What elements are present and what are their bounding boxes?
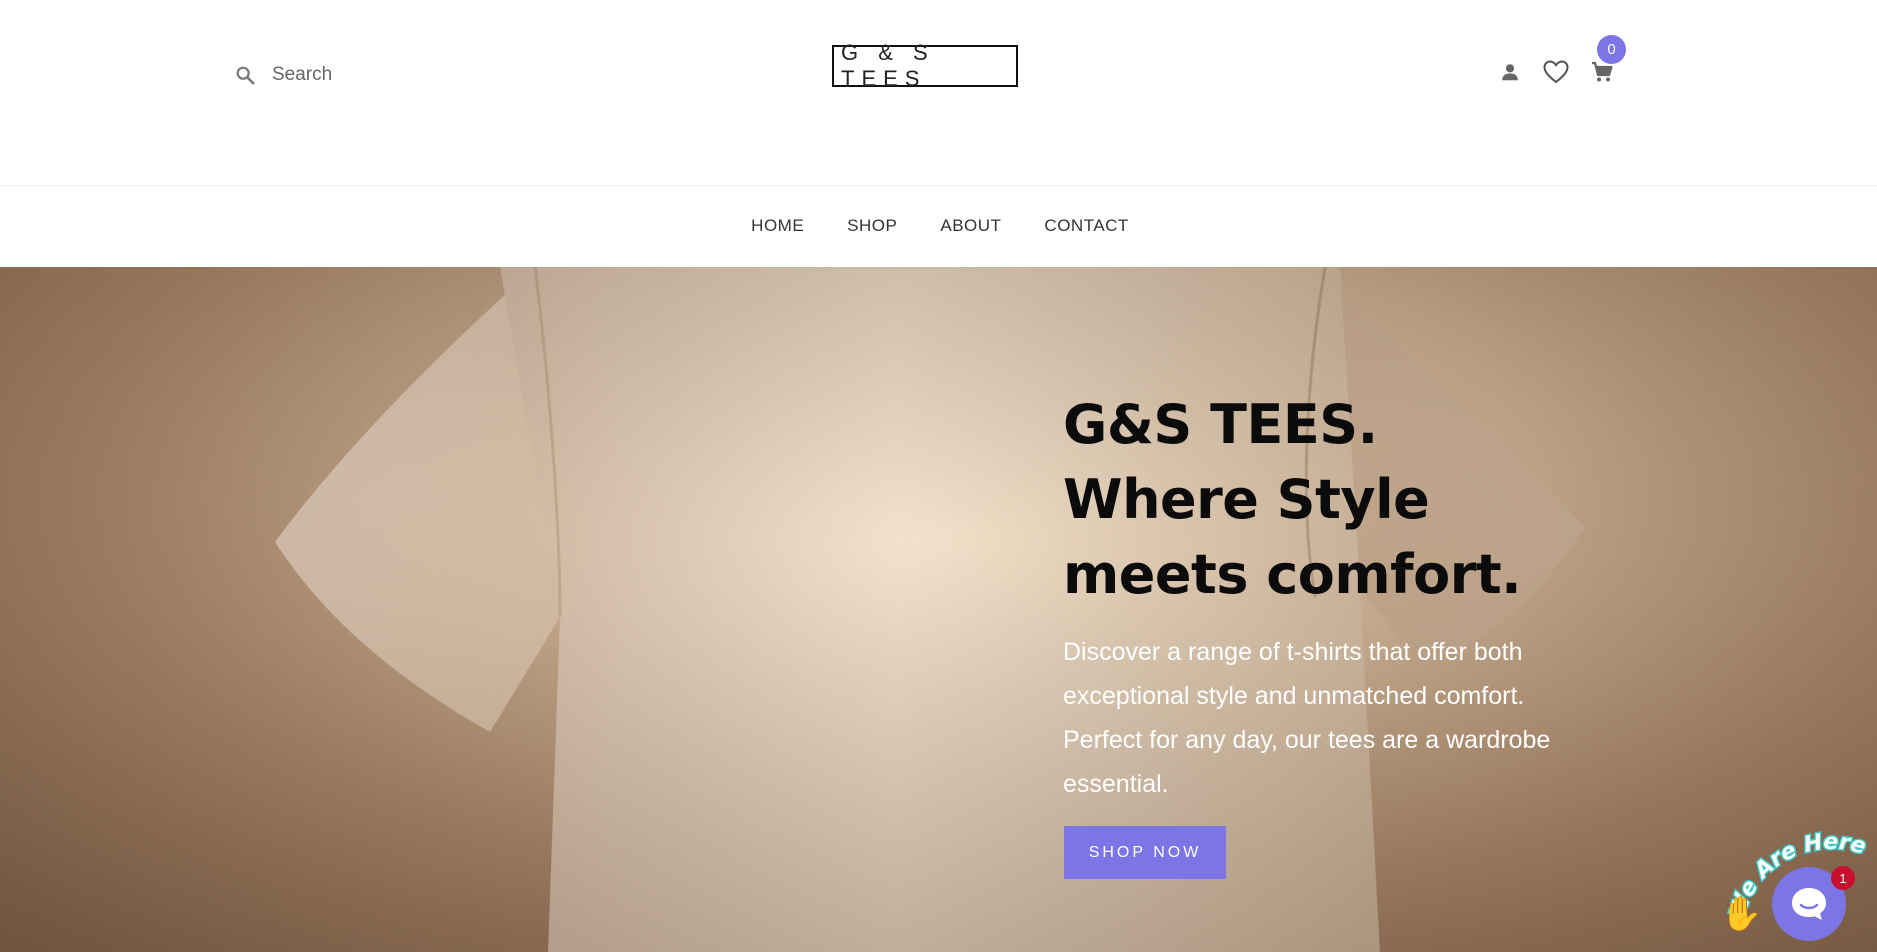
shop-now-button[interactable]: SHOP NOW bbox=[1064, 826, 1226, 879]
waving-hand-icon: ✋ bbox=[1720, 894, 1763, 934]
user-icon bbox=[1502, 64, 1518, 81]
nav-item-contact[interactable]: CONTACT bbox=[1044, 216, 1128, 236]
heart-icon bbox=[1543, 60, 1569, 84]
search-placeholder: Search bbox=[272, 64, 333, 85]
main-nav: HOME SHOP ABOUT CONTACT bbox=[0, 186, 1877, 266]
account-button[interactable] bbox=[1496, 58, 1524, 86]
search-icon bbox=[232, 62, 258, 88]
nav-item-about[interactable]: ABOUT bbox=[940, 216, 1001, 236]
hero-title: G&S TEES. Where Style meets comfort. bbox=[1063, 393, 1522, 606]
chat-icon bbox=[1792, 888, 1826, 920]
hero-content: G&S TEES. Where Style meets comfort. Dis… bbox=[1063, 387, 1583, 806]
cart-count-badge: 0 bbox=[1597, 35, 1626, 64]
hero-banner: G&S TEES. Where Style meets comfort. Dis… bbox=[0, 267, 1877, 952]
hero-subtitle: Discover a range of t-shirts that offer … bbox=[1063, 638, 1551, 798]
wishlist-button[interactable] bbox=[1542, 58, 1570, 86]
search-input[interactable]: Search bbox=[232, 62, 332, 88]
site-logo[interactable]: G & S TEES bbox=[832, 40, 1018, 91]
nav-item-home[interactable]: HOME bbox=[751, 216, 804, 236]
chat-unread-badge: 1 bbox=[1831, 866, 1855, 890]
nav-item-shop[interactable]: SHOP bbox=[847, 216, 897, 236]
chat-widget[interactable]: We Are Here! ✋ 1 bbox=[1720, 824, 1877, 952]
site-header: Search G & S TEES 0 bbox=[0, 0, 1877, 186]
header-actions bbox=[1496, 58, 1616, 86]
hero-tshirt-image bbox=[0, 267, 1877, 952]
